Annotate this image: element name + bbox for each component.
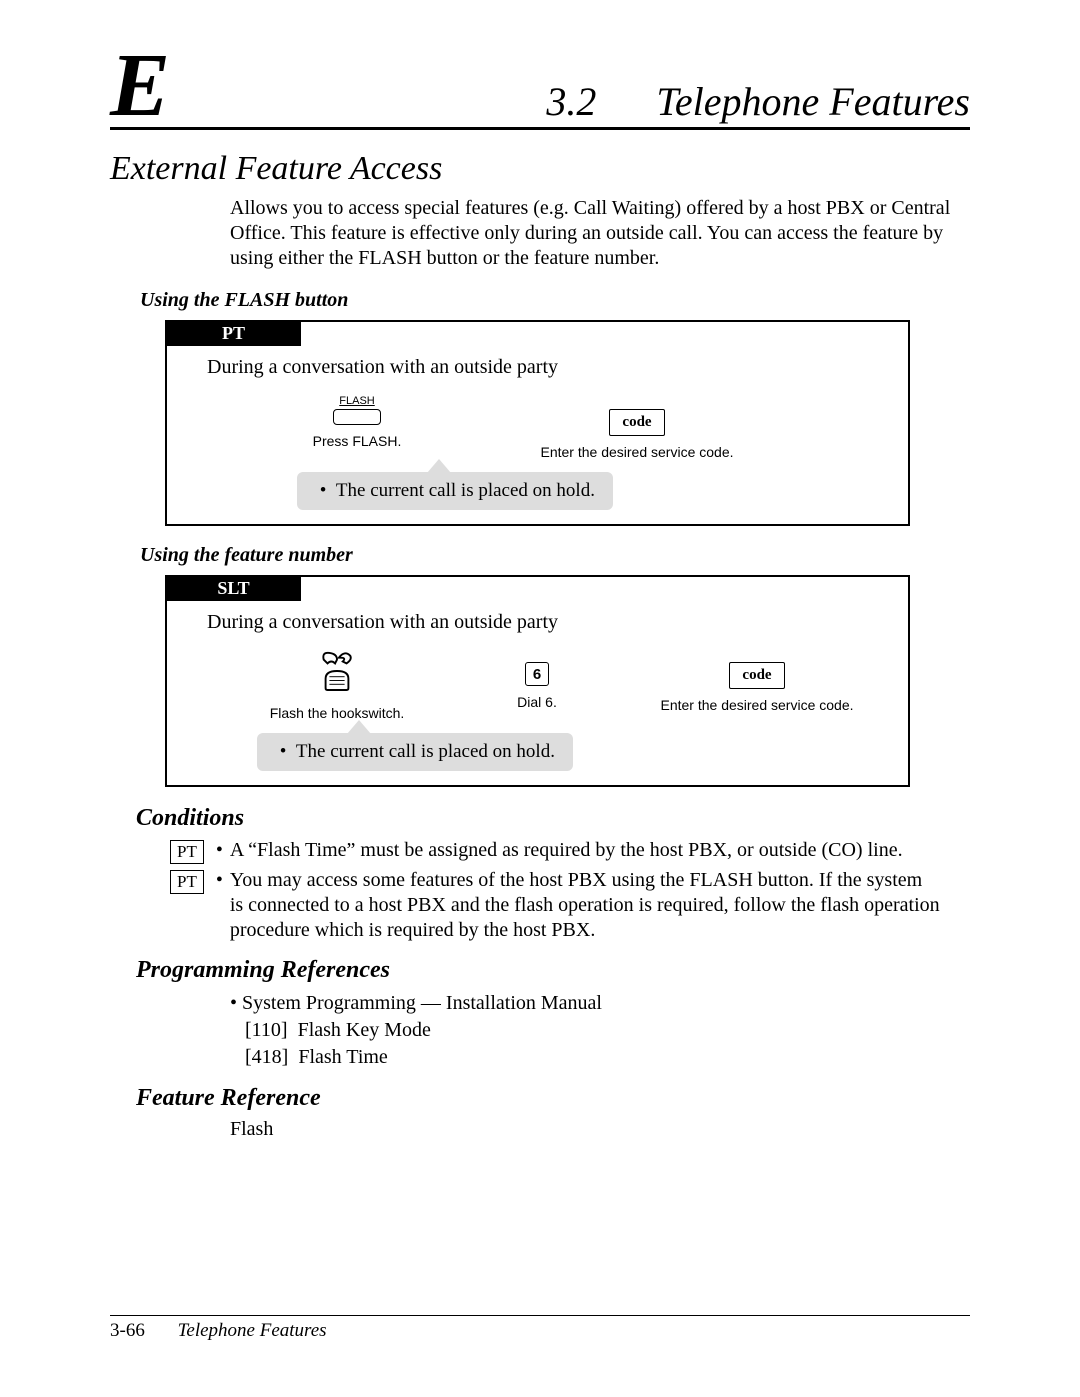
feature-reference-heading: Feature Reference [136, 1085, 970, 1112]
flash-button-icon [333, 409, 381, 425]
page-footer: 3-66 Telephone Features [110, 1315, 970, 1342]
section-title: Telephone Features [656, 78, 970, 125]
page-number: 3-66 [110, 1320, 145, 1342]
step-flash-hookswitch: Flash the hookswitch. [247, 650, 427, 721]
note-pointer-icon-2 [347, 720, 371, 734]
note-pointer-icon [427, 459, 451, 473]
flash-label: FLASH [339, 395, 374, 407]
step-press-flash: FLASH Press FLASH. [267, 395, 447, 449]
programming-list: • System Programming — Installation Manu… [230, 990, 970, 1071]
note-bubble-2: • The current call is placed on hold. [257, 733, 573, 771]
condition-text-2: You may access some features of the host… [230, 868, 940, 943]
subhead-flash-button: Using the FLASH button [140, 289, 970, 312]
note-bubble: • The current call is placed on hold. [297, 472, 613, 510]
note-block: • The current call is placed on hold. [297, 472, 908, 510]
feature-reference-item: Flash [230, 1118, 970, 1141]
feature-title: External Feature Access [110, 150, 970, 188]
code-box-2: code [729, 662, 784, 689]
code-caption-2: Enter the desired service code. [661, 697, 854, 713]
pt-tag-1: PT [170, 840, 204, 864]
procedure-box-slt: SLT During a conversation with an outsid… [165, 575, 910, 787]
section-number: 3.2 [546, 78, 596, 125]
telephone-icon [318, 650, 356, 697]
subhead-feature-number: Using the feature number [140, 544, 970, 567]
index-letter: E [110, 50, 170, 122]
note-text-2: The current call is placed on hold. [296, 741, 555, 762]
condition-item-1: PT • A “Flash Time” must be assigned as … [170, 838, 940, 864]
context-line: During a conversation with an outside pa… [207, 356, 908, 379]
tab-pt: PT [166, 321, 301, 346]
conditions-heading: Conditions [136, 805, 970, 832]
pt-tag-2: PT [170, 870, 204, 894]
programming-heading: Programming References [136, 957, 970, 984]
step-enter-code: code Enter the desired service code. [527, 395, 747, 460]
dial-digit-box: 6 [525, 662, 549, 686]
note-text: The current call is placed on hold. [336, 480, 595, 501]
condition-item-2: PT • You may access some features of the… [170, 868, 940, 943]
procedure-box-pt: PT During a conversation with an outside… [165, 320, 910, 526]
code-caption: Enter the desired service code. [541, 444, 734, 460]
tab-slt: SLT [166, 576, 301, 601]
context-line-2: During a conversation with an outside pa… [207, 611, 908, 634]
footer-title: Telephone Features [178, 1320, 327, 1341]
code-box: code [609, 409, 664, 436]
note-block-2: • The current call is placed on hold. [257, 733, 908, 771]
prog-line-2: [110] Flash Key Mode [245, 1019, 431, 1041]
dial-caption: Dial 6. [517, 694, 557, 710]
step-enter-code-2: code Enter the desired service code. [647, 650, 867, 713]
flash-caption: Press FLASH. [313, 433, 402, 449]
condition-text-1: A “Flash Time” must be assigned as requi… [230, 838, 903, 863]
prog-line-1: System Programming — Installation Manual [242, 992, 602, 1014]
intro-paragraph: Allows you to access special features (e… [230, 196, 960, 271]
page-header: E 3.2 Telephone Features [110, 50, 970, 130]
hookswitch-caption: Flash the hookswitch. [270, 705, 405, 721]
step-dial-6: 6 Dial 6. [487, 650, 587, 710]
prog-line-3: [418] Flash Time [245, 1046, 388, 1068]
